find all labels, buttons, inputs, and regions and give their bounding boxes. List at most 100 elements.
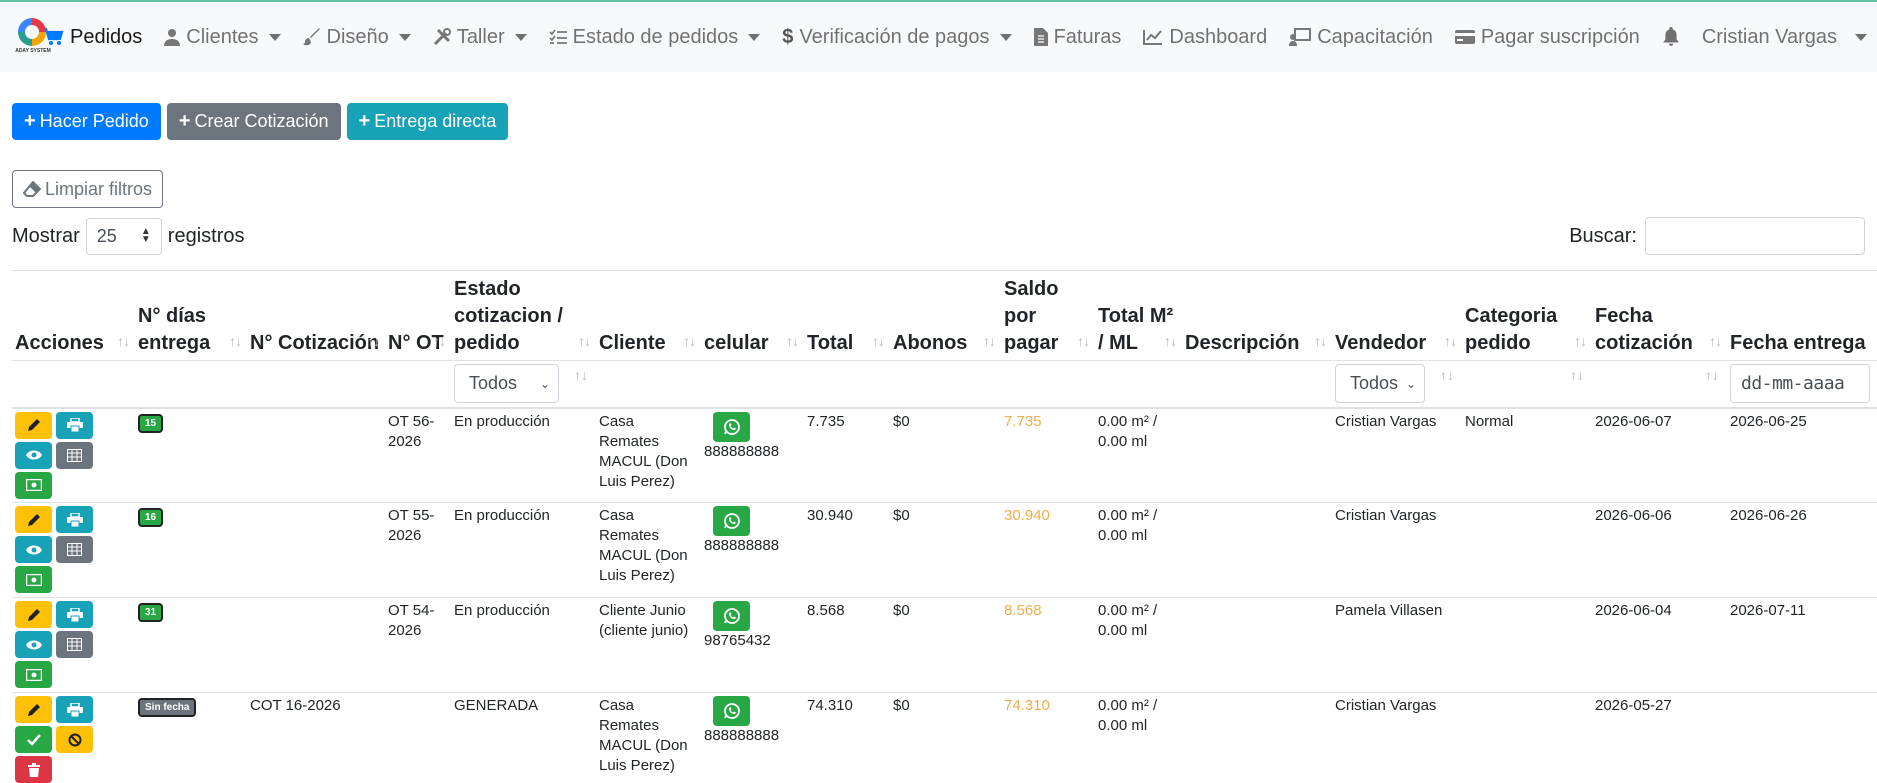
approve-button[interactable] (15, 726, 52, 753)
column-header[interactable]: Fecha entrega (1727, 271, 1877, 361)
column-header[interactable]: Estado cotizacion / pedido↑↓ (451, 271, 596, 361)
crear-cotizacion-button[interactable]: + Crear Cotización (167, 103, 341, 140)
sort-icon: ↑↓ (1444, 328, 1456, 355)
detail-table-button[interactable] (56, 536, 93, 563)
edit-button[interactable] (15, 506, 52, 533)
edit-button[interactable] (15, 696, 52, 723)
cliente-cell: Casa Remates MACUL (Don Luis Perez) (596, 693, 701, 783)
column-header-label: Fecha entrega (1730, 332, 1866, 354)
column-header[interactable]: Vendedor↑↓ (1332, 271, 1462, 361)
chevron-down-icon: ⌄ (540, 377, 550, 391)
nav-item-estado-de-pedidos[interactable]: Estado de pedidos (549, 26, 761, 49)
fecha-entrega-filter-input[interactable]: dd-mm-aaaa (1730, 364, 1870, 403)
column-header[interactable]: Cliente↑↓ (596, 271, 701, 361)
sort-icon[interactable]: ↑↓ (574, 367, 588, 383)
sort-icon: ↑↓ (872, 328, 884, 355)
whatsapp-button[interactable] (713, 601, 750, 631)
column-header-label: Abonos (893, 332, 967, 354)
whatsapp-button[interactable] (713, 506, 750, 536)
column-header[interactable]: Abonos↑↓ (890, 271, 1001, 361)
page-length: Mostrar 25 ▲▼ registros (12, 218, 245, 255)
column-header-label: Descripción (1185, 332, 1299, 354)
sort-icon: ↑↓ (1709, 328, 1721, 355)
edit-button[interactable] (15, 601, 52, 628)
chevron-down-icon (399, 34, 411, 41)
whatsapp-button[interactable] (713, 696, 750, 726)
nav-item-pagar-suscripción[interactable]: Pagar suscripción (1455, 26, 1640, 49)
sort-icon: ↑↓ (1314, 328, 1326, 355)
edit-icon (27, 418, 41, 432)
print-button[interactable] (56, 696, 93, 723)
nav-item-taller[interactable]: Taller (433, 26, 527, 49)
nav-item-dashboard[interactable]: Dashboard (1143, 26, 1267, 49)
delete-button[interactable] (15, 756, 52, 783)
nav-menu: Pedidos Clientes Diseño Taller Estado de… (42, 26, 1662, 49)
payment-button[interactable] (15, 566, 52, 593)
page-length-select[interactable]: 25 ▲▼ (86, 218, 162, 255)
nav-item-clientes[interactable]: Clientes (164, 26, 280, 49)
search-input[interactable] (1645, 217, 1865, 255)
payment-icon (26, 669, 42, 681)
column-header[interactable]: Descripción ↑↓ (1182, 271, 1332, 361)
filter-cell-empty (247, 361, 385, 408)
edit-button[interactable] (15, 412, 52, 439)
column-header[interactable]: Saldo por pagar↑↓ (1001, 271, 1095, 361)
nav-item-pedidos[interactable]: Pedidos (42, 26, 142, 49)
cotizacion-cell (247, 503, 385, 598)
whatsapp-button[interactable] (713, 412, 750, 442)
descripcion-cell (1182, 408, 1332, 503)
nav-item-capacitación[interactable]: Capacitación (1289, 26, 1433, 49)
detail-table-button[interactable] (56, 631, 93, 658)
column-header[interactable]: Categoria pedido↑↓ (1462, 271, 1592, 361)
payment-icon (26, 479, 42, 491)
estado-filter-value: Todos (469, 373, 517, 394)
search-label: Buscar: (1569, 225, 1637, 248)
chevron-down-icon (748, 34, 760, 41)
dias-badge: Sin fecha (138, 698, 196, 717)
sort-icon[interactable]: ↑↓ (1705, 367, 1719, 383)
print-button[interactable] (56, 412, 93, 439)
sort-icon[interactable]: ↑↓ (1440, 367, 1454, 383)
nav-item-verificación-de-pagos[interactable]: $ Verificación de pagos (782, 26, 1011, 49)
notifications-bell[interactable] (1662, 27, 1680, 47)
user-name: Cristian Vargas (1702, 26, 1837, 49)
total-cell: 30.940 (804, 503, 890, 598)
descripcion-cell (1182, 598, 1332, 693)
sort-icon[interactable]: ↑↓ (1570, 367, 1584, 383)
view-button[interactable] (15, 442, 52, 469)
vendedor-filter-select[interactable]: Todos ⌄ (1335, 364, 1425, 403)
print-button[interactable] (56, 506, 93, 533)
estado-filter-select[interactable]: Todos ⌄ (454, 364, 559, 403)
column-header[interactable]: Total M² / ML↑↓ (1095, 271, 1182, 361)
cancel-button[interactable] (56, 726, 93, 753)
detail-table-button[interactable] (56, 442, 93, 469)
limpiar-filtros-button[interactable]: Limpiar filtros (12, 170, 163, 208)
entrega-directa-button[interactable]: + Entrega directa (347, 103, 509, 140)
payment-button[interactable] (15, 661, 52, 688)
column-header[interactable]: Fecha cotización↑↓ (1592, 271, 1727, 361)
column-header[interactable]: N° días entrega↑↓ (135, 271, 247, 361)
dias-badge: 15 (138, 414, 163, 433)
view-button[interactable] (15, 631, 52, 658)
estado-cell: En producción (451, 598, 596, 693)
hacer-pedido-button[interactable]: + Hacer Pedido (12, 103, 161, 140)
column-header[interactable]: N° Cotización↑↓ (247, 271, 385, 361)
print-button[interactable] (56, 601, 93, 628)
user-menu[interactable]: Cristian Vargas (1702, 26, 1867, 49)
estado-filter-cell: Todos ⌄ ↑↓ (451, 361, 596, 408)
payment-button[interactable] (15, 472, 52, 499)
nav-item-diseño[interactable]: Diseño (303, 26, 411, 49)
categoria-filter-cell: ↑↓ (1462, 361, 1592, 408)
column-header[interactable]: N° OT↑↓ (385, 271, 451, 361)
nav-item-faturas[interactable]: Faturas (1034, 26, 1122, 49)
fecha-entrega-cell (1727, 693, 1877, 783)
celular-cell: 888888888 (701, 408, 804, 503)
column-header-label: Cliente (599, 332, 666, 354)
cotizacion-cell (247, 408, 385, 503)
chevron-down-icon: ⌄ (1406, 377, 1416, 391)
column-header[interactable]: Acciones↑↓ (12, 271, 135, 361)
column-header[interactable]: celular↑↓ (701, 271, 804, 361)
edit-icon (27, 513, 41, 527)
column-header[interactable]: Total↑↓ (804, 271, 890, 361)
view-button[interactable] (15, 536, 52, 563)
